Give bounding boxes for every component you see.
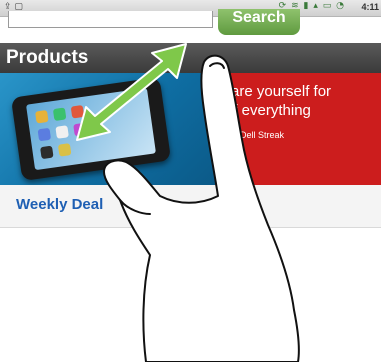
weekly-deals-title: Weekly Deal [16, 196, 104, 213]
alarm-icon: ◔ [336, 1, 345, 11]
battery-icon: ▭ [322, 1, 333, 11]
banner-image [0, 73, 215, 185]
banner-headline-2: of everything [225, 102, 311, 119]
search-input[interactable] [8, 11, 213, 28]
browser-screen: ⇪ ▢ ⟳ ≋ ▮ ▴ ▭ ◔ 4:11 Search Products are… [0, 0, 381, 362]
signal-icon: ▴ [313, 1, 319, 11]
weekly-deals-section[interactable]: Weekly Deal [0, 185, 381, 228]
banner-learn-more-link[interactable]: › [225, 148, 331, 157]
tablet-device-image [10, 76, 172, 182]
search-bar: Search [0, 9, 381, 39]
search-button[interactable]: Search [218, 9, 300, 35]
banner-text: are yourself for of everything the Dell … [225, 83, 331, 157]
banner-subline: the Dell Streak [225, 130, 285, 140]
sd-card-icon: ▮ [303, 1, 310, 11]
status-time: 4:11 [361, 2, 379, 12]
device-screen [26, 87, 156, 171]
promo-banner[interactable]: are yourself for of everything the Dell … [0, 73, 381, 185]
products-title: Products [6, 47, 89, 68]
banner-headline-1: are yourself for [231, 83, 332, 100]
products-section-header[interactable]: Products [0, 43, 381, 73]
